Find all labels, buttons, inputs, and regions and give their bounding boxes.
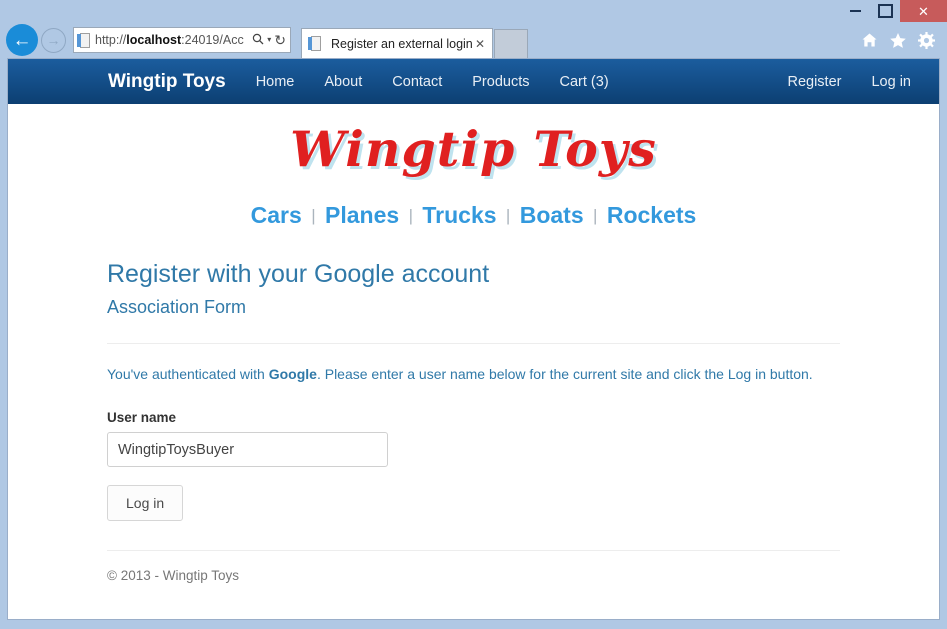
toolbar-icons [861, 31, 941, 49]
category-link-rockets[interactable]: Rockets [607, 202, 696, 228]
username-input[interactable] [107, 432, 388, 468]
nav-item-login[interactable]: Log in [871, 74, 911, 90]
auth-message-before: You've authenticated with [107, 365, 269, 382]
username-label: User name [107, 410, 177, 426]
nav-item-home[interactable]: Home [256, 74, 295, 90]
account-nav: Register Log in [787, 74, 911, 90]
auth-message-after: . Please enter a user name below for the… [316, 365, 813, 382]
tab-close-icon[interactable]: ✕ [472, 37, 488, 51]
auth-provider-name: Google [268, 365, 317, 382]
login-button[interactable]: Log in [107, 485, 184, 522]
category-link-cars[interactable]: Cars [251, 202, 302, 228]
site-brand[interactable]: Wingtip Toys [108, 71, 226, 93]
nav-item-about[interactable]: About [324, 74, 362, 90]
new-tab-button[interactable] [494, 28, 528, 58]
tab-favicon [308, 36, 321, 51]
category-link-boats[interactable]: Boats [520, 202, 584, 228]
category-link-planes[interactable]: Planes [325, 202, 399, 228]
back-button[interactable]: ← [6, 24, 38, 56]
address-bar-icons: ▾ ↻ [252, 33, 286, 47]
content-divider [107, 342, 840, 344]
category-nav: Cars | Planes | Trucks | Boats | Rockets [107, 180, 840, 235]
address-bar-url: http://localhost:24019/Acc [95, 33, 244, 47]
nav-item-contact[interactable]: Contact [392, 74, 442, 90]
home-icon[interactable] [861, 32, 878, 48]
page-document-icon [77, 32, 90, 48]
category-separator: | [505, 206, 511, 225]
search-icon[interactable] [252, 33, 264, 47]
nav-item-products[interactable]: Products [472, 74, 529, 90]
browser-toolbar: ← → http://localhost:24019/Acc ▾ ↻ Regis… [0, 22, 947, 58]
category-separator: | [311, 206, 316, 225]
site-navbar: Wingtip Toys Home About Contact Products… [8, 59, 939, 104]
favorites-star-icon[interactable] [889, 32, 907, 49]
window-controls: ✕ [840, 0, 947, 22]
association-form: User name Log in [107, 410, 840, 522]
page-content: Wingtip Toys Cars | Planes | Trucks | Bo… [8, 104, 939, 584]
site-logo: Wingtip Toys [290, 120, 657, 178]
page-viewport: Wingtip Toys Home About Contact Products… [7, 58, 940, 620]
settings-gear-icon[interactable] [918, 31, 935, 49]
nav-item-cart[interactable]: Cart (3) [560, 74, 609, 90]
minimize-button[interactable] [840, 0, 870, 22]
tab-title: Register an external login - ... [331, 36, 472, 51]
nav-item-register[interactable]: Register [787, 74, 841, 90]
address-bar[interactable]: http://localhost:24019/Acc ▾ ↻ [73, 27, 291, 53]
page-subtitle: Association Form [107, 297, 247, 317]
maximize-button[interactable] [870, 0, 900, 22]
title-bar: ✕ [0, 0, 947, 22]
category-separator: | [408, 206, 413, 225]
auth-message: You've authenticated with Google. Please… [107, 365, 840, 385]
close-button[interactable]: ✕ [900, 0, 947, 22]
category-separator: | [593, 206, 598, 225]
browser-tab[interactable]: Register an external login - ... ✕ [301, 28, 493, 58]
browser-window: ✕ ← → http://localhost:24019/Acc ▾ ↻ Reg… [0, 0, 947, 629]
forward-button[interactable]: → [41, 27, 66, 53]
footer-copyright: © 2013 - Wingtip Toys [107, 568, 240, 584]
footer-divider [107, 550, 840, 552]
category-link-trucks[interactable]: Trucks [422, 202, 496, 228]
primary-nav: Home About Contact Products Cart (3) [256, 74, 609, 90]
chevron-down-icon[interactable]: ▾ [267, 36, 271, 44]
refresh-icon[interactable]: ↻ [274, 33, 286, 47]
page-title: Register with your Google account [107, 260, 490, 288]
